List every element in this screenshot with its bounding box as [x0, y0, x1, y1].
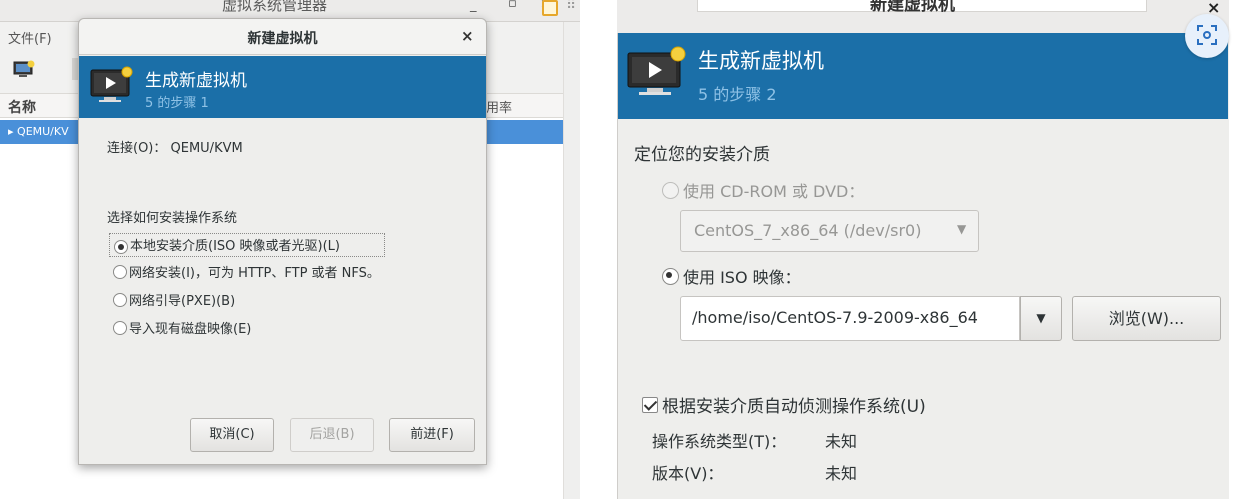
banner-title: 生成新虚拟机 [698, 49, 824, 73]
radio-use-iso[interactable] [662, 267, 679, 285]
option-label: 本地安装介质(ISO 映像或者光驱)(L) [130, 239, 340, 254]
cdrom-select[interactable]: CentOS_7_x86_64 (/dev/sr0) ▼ [680, 210, 979, 252]
drag-handle-icon[interactable]: ⠿ [566, 0, 576, 13]
os-type-label: 操作系统类型(T)： [652, 432, 787, 451]
radio-network-install[interactable] [113, 264, 127, 279]
connection-label: 连接(O)： QEMU/KVM [107, 141, 243, 156]
radio-pxe[interactable] [113, 292, 127, 307]
wizard-banner: 生成新虚拟机 5 的步骤 2 [618, 33, 1228, 119]
option-local-media[interactable]: 本地安装介质(ISO 映像或者光驱)(L) [109, 233, 385, 257]
wizard-banner: 生成新虚拟机 5 的步骤 1 [79, 56, 486, 118]
option-label: 网络安装(I)，可为 HTTP、FTP 或者 NFS。 [129, 266, 380, 281]
chevron-down-icon: ▼ [957, 222, 967, 236]
dialog-titlebar: 新建虚拟机 × [79, 19, 486, 55]
option-import-disk[interactable]: 导入现有磁盘映像(E) [109, 317, 251, 337]
media-section-label: 定位您的安装介质 [634, 145, 770, 165]
option-network-install[interactable]: 网络安装(I)，可为 HTTP、FTP 或者 NFS。 [109, 261, 380, 281]
dialog2-title: 新建虚拟机 [870, 0, 955, 15]
screenshot-tool-button[interactable] [1185, 14, 1229, 58]
new-vm-icon[interactable] [13, 60, 35, 80]
forward-button[interactable]: 前进(F) [389, 418, 475, 452]
row-text: QEMU/KV [17, 125, 69, 138]
browse-label: 浏览(W)... [1108, 309, 1185, 328]
image-icon[interactable] [542, 0, 558, 16]
version-label: 版本(V)： [652, 464, 724, 483]
manager-title: 虚拟系统管理器 [222, 0, 328, 14]
option-label: 使用 ISO 映像： [683, 268, 801, 287]
option-use-iso[interactable]: 使用 ISO 映像： [662, 264, 801, 288]
iso-history-dropdown[interactable]: ▼ [1020, 296, 1062, 341]
dialog-title: 新建虚拟机 [247, 31, 318, 47]
column-name[interactable]: 名称 [8, 97, 36, 117]
vm-monitor-icon [89, 66, 135, 106]
autodetect-os[interactable]: 根据安装介质自动侦测操作系统(U) [642, 392, 926, 417]
autodetect-checkbox[interactable] [642, 396, 658, 413]
floating-tools: ⠿ [540, 0, 600, 22]
banner-step: 5 的步骤 2 [698, 85, 777, 104]
option-label: 导入现有磁盘映像(E) [129, 322, 252, 337]
cancel-button[interactable]: 取消(C) [190, 418, 274, 452]
cdrom-select-value: CentOS_7_x86_64 (/dev/sr0) [694, 221, 922, 240]
maximize-icon[interactable]: ▫ [508, 0, 517, 11]
back-button[interactable]: 后退(B) [290, 418, 374, 452]
radio-use-cdrom[interactable] [662, 181, 679, 199]
scan-icon [1196, 24, 1218, 46]
install-method-label: 选择如何安装操作系统 [107, 211, 238, 226]
close-icon[interactable]: × [461, 27, 474, 45]
radio-local-media[interactable] [114, 239, 128, 254]
option-use-cdrom[interactable]: 使用 CD-ROM 或 DVD： [662, 178, 864, 202]
option-label: 网络引导(PXE)(B) [129, 294, 236, 309]
version-value: 未知 [825, 464, 858, 483]
iso-path-value: /home/iso/CentOS-7.9-2009-x86_64 [692, 308, 978, 327]
manager-scrollbar[interactable] [563, 22, 580, 499]
banner-title: 生成新虚拟机 [145, 71, 247, 91]
radio-import-disk[interactable] [113, 320, 127, 335]
minimize-icon[interactable]: _ [470, 0, 477, 13]
os-type-value: 未知 [825, 432, 858, 451]
option-pxe[interactable]: 网络引导(PXE)(B) [109, 289, 235, 309]
menu-file[interactable]: 文件(F) [8, 28, 52, 47]
new-vm-dialog-step1: 新建虚拟机 × 生成新虚拟机 5 的步骤 1 连接(O)： QEMU/KVM 选… [78, 18, 487, 465]
iso-path-input[interactable]: /home/iso/CentOS-7.9-2009-x86_64 [680, 296, 1020, 341]
option-label: 使用 CD-ROM 或 DVD： [683, 182, 865, 201]
browse-button[interactable]: 浏览(W)... [1072, 296, 1221, 341]
column-cpu-usage[interactable]: 用率 [486, 97, 512, 116]
connection-row-label: ▸ QEMU/KV [8, 125, 69, 138]
banner-step: 5 的步骤 1 [145, 96, 209, 111]
chevron-down-icon: ▼ [1036, 311, 1046, 325]
autodetect-label: 根据安装介质自动侦测操作系统(U) [662, 397, 926, 417]
vm-monitor-icon [626, 45, 690, 101]
